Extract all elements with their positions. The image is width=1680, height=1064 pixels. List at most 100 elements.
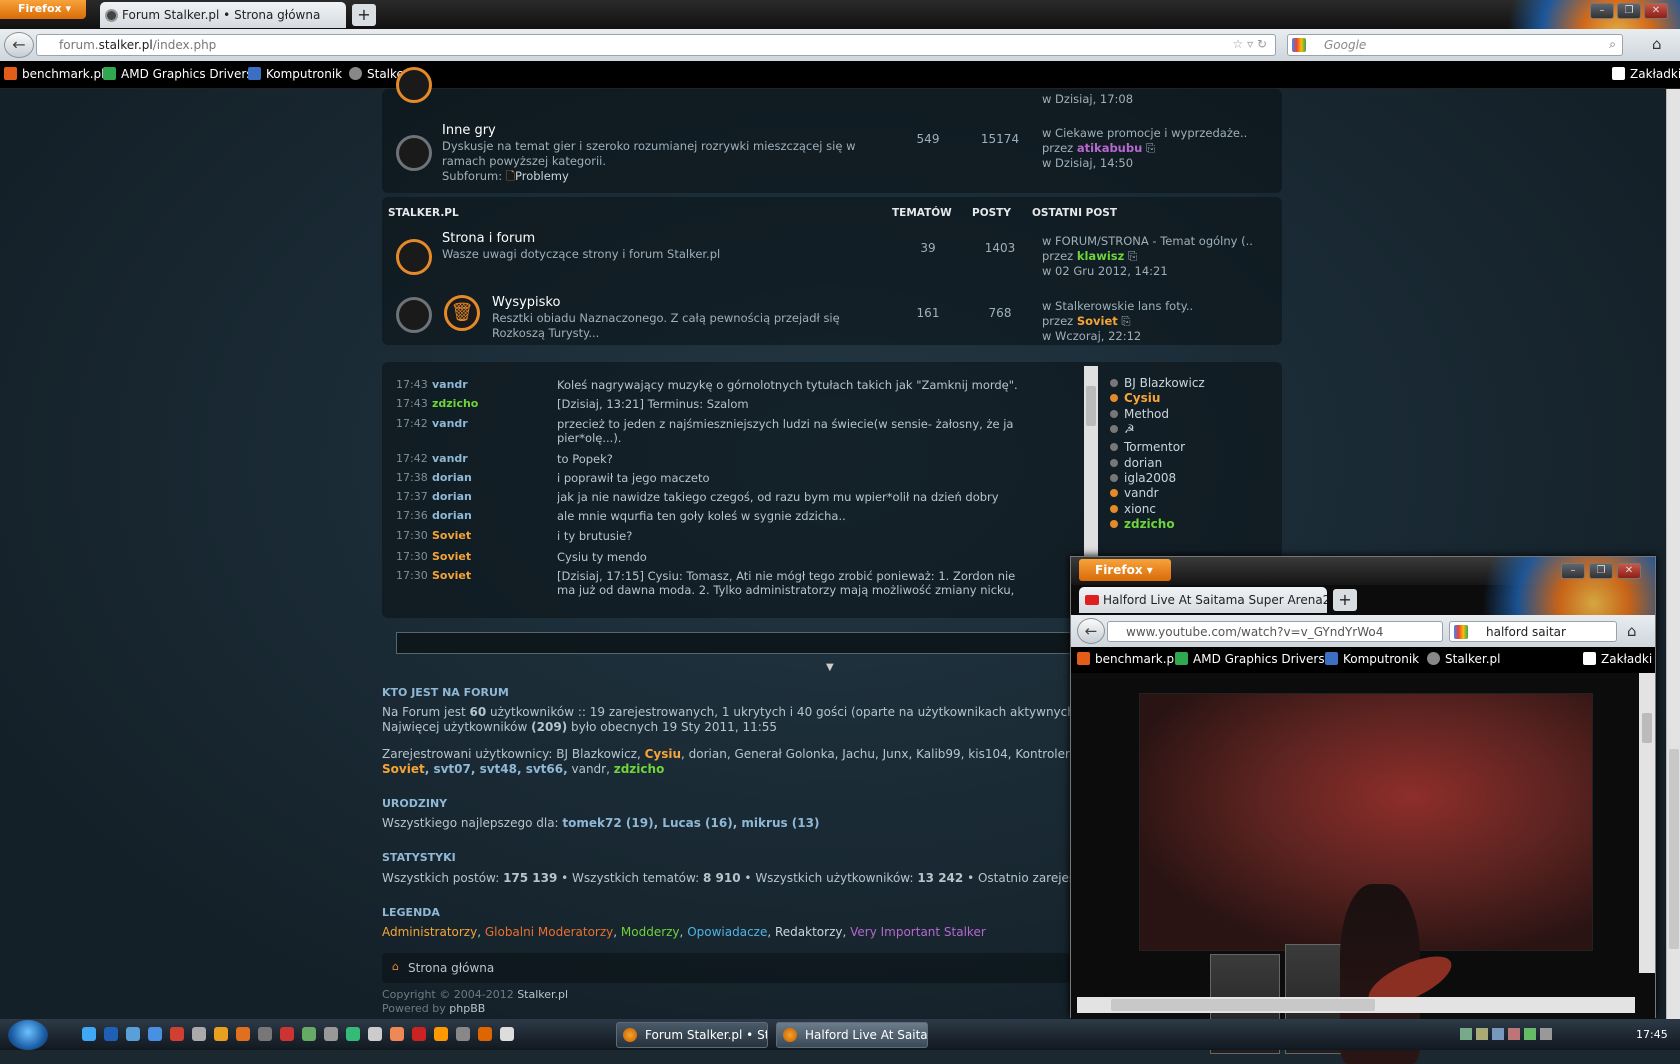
category-title[interactable]: STALKER.PL [388,207,459,219]
taskbar-task-youtube[interactable]: Halford Live At Saita... [776,1022,928,1048]
popup-firefox-menu-button[interactable]: Firefox ▾ [1079,559,1171,581]
phpbb-link[interactable]: phpBB [449,1002,485,1015]
maximize-button[interactable]: ❐ [1617,3,1641,19]
user-link[interactable]: Cysiu [645,747,681,761]
quick-launch-icon[interactable] [236,1027,250,1041]
message-author[interactable]: Soviet [432,529,471,542]
online-user[interactable]: ☭ [1110,422,1205,440]
message-author[interactable]: Soviet [432,550,471,563]
popup-minimize-button[interactable]: – [1561,563,1585,579]
legend-item[interactable]: Redaktorzy [775,925,842,939]
collapse-arrow-icon[interactable]: ▼ [826,662,834,673]
system-tray[interactable] [1460,1028,1610,1042]
bookmarks-menu[interactable]: Zakładki [1612,67,1680,81]
quick-launch-icon[interactable] [390,1027,404,1041]
taskbar-task-forum[interactable]: Forum Stalker.pl • St... [616,1022,768,1048]
message-author[interactable]: zdzicho [432,397,478,410]
popup-new-tab-button[interactable]: + [1333,589,1357,611]
video-player[interactable] [1139,693,1593,1064]
popup-horizontal-scrollbar[interactable] [1077,997,1635,1013]
tab-youtube[interactable]: Halford Live At Saitama Super Arena201..… [1079,587,1327,613]
popup-bookmarks-menu[interactable]: Zakładki [1583,652,1652,666]
quick-launch-icon[interactable] [104,1027,118,1041]
quick-launch-icon[interactable] [412,1027,426,1041]
quick-launch-icon[interactable] [214,1027,228,1041]
quick-launch-icon[interactable] [324,1027,338,1041]
message-author[interactable]: vandr [432,452,468,465]
shoutbox-input[interactable] [396,632,1076,654]
online-user[interactable]: BJ Blazkowicz [1110,376,1205,391]
quick-launch-icon[interactable] [82,1027,96,1041]
popup-back-button[interactable]: ← [1077,618,1105,644]
firefox-menu-button[interactable]: Firefox ▾ [0,0,86,19]
quick-launch-icon[interactable] [170,1027,184,1041]
bookmark-komputronik[interactable]: Komputronik [248,67,342,81]
minimize-button[interactable]: – [1590,3,1614,19]
popup-url-bar[interactable]: www.youtube.com/watch?v=v_GYndYrWo4 [1107,621,1443,642]
legend-item[interactable]: Modderzy [621,925,680,939]
back-button[interactable]: ← [4,32,34,58]
quick-launch-icon[interactable] [478,1027,492,1041]
search-icon[interactable]: ⌕ [1609,37,1616,52]
bookmark-amd[interactable]: AMD Graphics Drivers [103,67,253,81]
popup-vertical-scrollbar[interactable] [1639,673,1655,973]
online-user[interactable]: Method [1110,407,1205,422]
online-user[interactable]: dorian [1110,456,1205,471]
new-tab-button[interactable]: + [352,4,376,26]
popup-home-icon[interactable]: ⌂ [1627,622,1637,640]
bookmark-benchmark[interactable]: benchmark.pl [4,67,105,81]
quick-launch-icon[interactable] [302,1027,316,1041]
online-user[interactable]: xionc [1110,502,1205,517]
quick-launch-icon[interactable] [192,1027,206,1041]
copyright-link[interactable]: Stalker.pl [517,988,568,1001]
forum-title-inne-gry[interactable]: Inne gry [442,123,496,138]
bookmark-komputronik[interactable]: Komputronik [1325,652,1419,666]
quick-launch-icon[interactable] [346,1027,360,1041]
start-button[interactable] [8,1020,48,1050]
user-link[interactable]: zdzicho [614,762,665,776]
online-user[interactable]: igla2008 [1110,471,1205,486]
online-user[interactable]: vandr [1110,486,1205,501]
legend-item[interactable]: Very Important Stalker [850,925,986,939]
home-icon[interactable]: ⌂ [1652,35,1670,53]
online-user[interactable]: zdzicho [1110,517,1205,532]
message-author[interactable]: dorian [432,471,472,484]
legend-item[interactable]: Administratorzy [382,925,477,939]
quick-launch-icon[interactable] [500,1027,514,1041]
forum-title-wysypisko[interactable]: Wysypisko [492,295,560,310]
quick-launch-icon[interactable] [258,1027,272,1041]
bookmark-benchmark[interactable]: benchmark.pl [1077,652,1178,666]
forum-title-strona[interactable]: Strona i forum [442,231,535,246]
legend-item[interactable]: Opowiadacze [687,925,767,939]
popup-search-input[interactable]: halford saitar [1449,621,1617,642]
clock[interactable]: 17:45 [1636,1028,1668,1041]
bookmark-amd[interactable]: AMD Graphics Drivers [1175,652,1325,666]
message-author[interactable]: vandr [432,417,468,430]
online-user[interactable]: Cysiu [1110,391,1205,406]
close-button[interactable]: ✕ [1644,3,1668,19]
message-author[interactable]: dorian [432,490,472,503]
tab-forum-stalker[interactable]: Forum Stalker.pl • Strona główna [100,2,346,28]
online-user[interactable]: Tormentor [1110,440,1205,455]
message-author[interactable]: dorian [432,509,472,522]
quick-launch-icon[interactable] [148,1027,162,1041]
quick-launch-icon[interactable] [434,1027,448,1041]
message-author[interactable]: vandr [432,378,468,391]
user-link[interactable]: atikabubu [1077,141,1142,155]
popup-close-button[interactable]: ✕ [1617,563,1641,579]
url-bar[interactable]: forum.stalker.pl/index.php ☆ ▿ ↻ [36,34,1276,56]
message-author[interactable]: Soviet [432,569,471,582]
user-link[interactable]: Soviet [1077,314,1118,328]
quick-launch-icon[interactable] [456,1027,470,1041]
quick-launch-icon[interactable] [280,1027,294,1041]
bookmark-star-icon[interactable]: ☆ ▿ ↻ [1233,37,1267,51]
user-link[interactable]: klawisz [1077,249,1124,263]
subforum-link[interactable]: Problemy [515,169,569,183]
search-input[interactable]: Google ⌕ [1287,34,1623,56]
page-scrollbar[interactable] [1666,89,1680,1019]
popup-maximize-button[interactable]: ❐ [1589,563,1613,579]
breadcrumb-home-link[interactable]: Strona główna [408,961,494,976]
user-link[interactable]: Soviet [382,762,425,776]
quick-launch-icon[interactable] [126,1027,140,1041]
bookmark-stalker[interactable]: Stalker.pl [1427,652,1501,666]
